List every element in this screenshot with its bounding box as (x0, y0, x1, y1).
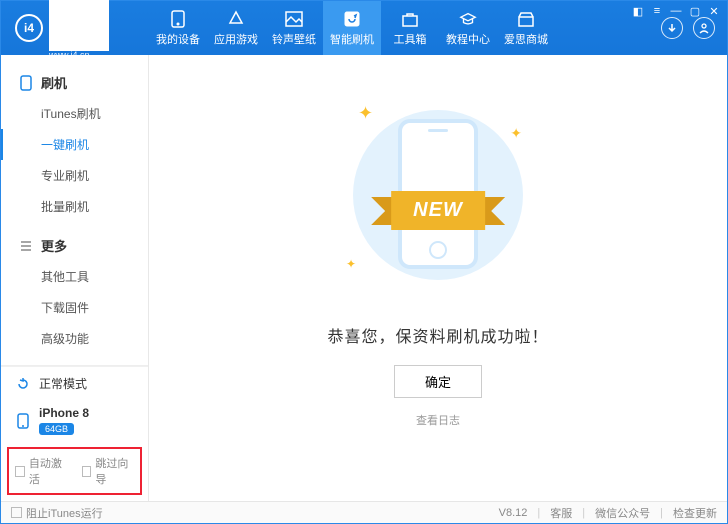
sidebar-item-batch-flash[interactable]: 批量刷机 (1, 191, 148, 222)
flash-icon (343, 10, 361, 28)
nav-tabs: 我的设备 应用游戏 铃声壁纸 智能刷机 工具箱 教程中心 (149, 1, 661, 55)
checkbox-label: 阻止iTunes运行 (26, 505, 103, 521)
checkbox-icon (82, 466, 92, 477)
minimize-button[interactable]: — (669, 4, 683, 18)
image-icon (285, 10, 303, 28)
nav-ringtones[interactable]: 铃声壁纸 (265, 1, 323, 55)
sidebar-item-pro-flash[interactable]: 专业刷机 (1, 160, 148, 191)
sidebar-heading-flash: 刷机 (1, 67, 148, 98)
graduation-icon (459, 10, 477, 28)
view-log-link[interactable]: 查看日志 (149, 412, 727, 428)
nav-tutorials[interactable]: 教程中心 (439, 1, 497, 55)
device-row[interactable]: iPhone 8 64GB (1, 400, 148, 445)
sidebar-item-other-tools[interactable]: 其他工具 (1, 261, 148, 292)
checkbox-label: 自动激活 (29, 455, 68, 487)
options-highlight-box: 自动激活 跳过向导 (7, 447, 142, 495)
update-link[interactable]: 检查更新 (673, 505, 717, 521)
sidebar-item-download-firmware[interactable]: 下载固件 (1, 292, 148, 323)
nav-label: 爱思商城 (504, 31, 548, 47)
nav-label: 我的设备 (156, 31, 200, 47)
sparkle-icon: ✦ (510, 125, 522, 142)
wechat-link[interactable]: 微信公众号 (595, 505, 650, 521)
maximize-button[interactable]: ▢ (688, 4, 702, 18)
new-ribbon: NEW (391, 191, 485, 230)
device-name: iPhone 8 (39, 406, 89, 420)
phone-outline-icon (19, 76, 33, 90)
header: ◧ ≡ — ▢ ✕ i4 爱思助手 www.i4.cn 我的设备 应用游戏 (1, 1, 727, 55)
refresh-icon (15, 376, 31, 392)
checkbox-skip-guide[interactable]: 跳过向导 (82, 455, 135, 487)
sidebar: 刷机 iTunes刷机 一键刷机 专业刷机 批量刷机 更多 其他工具 下载固件 … (1, 55, 149, 501)
nav-toolbox[interactable]: 工具箱 (381, 1, 439, 55)
nav-flash[interactable]: 智能刷机 (323, 1, 381, 55)
sidebar-item-oneclick-flash[interactable]: 一键刷机 (1, 129, 148, 160)
phone-icon (169, 10, 187, 28)
mode-status-row[interactable]: 正常模式 (1, 366, 148, 400)
success-message: 恭喜您，保资料刷机成功啦！ (149, 323, 727, 347)
sidebar-item-itunes-flash[interactable]: iTunes刷机 (1, 98, 148, 129)
ok-button[interactable]: 确定 (394, 365, 482, 398)
main-content: ✦ ✦ ✦ NEW 恭喜您，保资料刷机成功啦！ 确定 查看日志 (149, 55, 727, 501)
user-button[interactable] (693, 17, 715, 39)
sparkle-icon: ✦ (346, 257, 356, 271)
sidebar-item-advanced[interactable]: 高级功能 (1, 323, 148, 354)
store-icon (517, 10, 535, 28)
version-label: V8.12 (499, 507, 528, 519)
nav-store[interactable]: 爱思商城 (497, 1, 555, 55)
footer: 阻止iTunes运行 V8.12 | 客服 | 微信公众号 | 检查更新 (1, 501, 727, 523)
skin-button[interactable]: ◧ (631, 4, 645, 18)
logo-area: i4 爱思助手 www.i4.cn (1, 1, 149, 55)
download-button[interactable] (661, 17, 683, 39)
mode-label: 正常模式 (39, 375, 87, 392)
checkbox-auto-activate[interactable]: 自动激活 (15, 455, 68, 487)
close-button[interactable]: ✕ (707, 4, 721, 18)
nav-label: 铃声壁纸 (272, 31, 316, 47)
logo-icon: i4 (15, 14, 43, 42)
menu-icon (19, 239, 33, 253)
nav-label: 智能刷机 (330, 31, 374, 47)
nav-label: 应用游戏 (214, 31, 258, 47)
success-illustration: ✦ ✦ ✦ NEW (328, 95, 548, 295)
toolbox-icon (401, 10, 419, 28)
nav-label: 教程中心 (446, 31, 490, 47)
service-link[interactable]: 客服 (550, 505, 572, 521)
app-name: 爱思助手 (49, 0, 109, 51)
app-subtitle: www.i4.cn (49, 51, 109, 61)
sidebar-heading-label: 更多 (41, 236, 67, 255)
checkbox-icon (11, 507, 22, 518)
nav-my-device[interactable]: 我的设备 (149, 1, 207, 55)
device-phone-icon (15, 413, 31, 429)
sidebar-heading-label: 刷机 (41, 73, 67, 92)
sidebar-heading-more: 更多 (1, 230, 148, 261)
checkbox-icon (15, 466, 25, 477)
apps-icon (227, 10, 245, 28)
menu-button[interactable]: ≡ (650, 4, 664, 18)
title-bar-controls: ◧ ≡ — ▢ ✕ (631, 4, 721, 18)
checkbox-block-itunes[interactable]: 阻止iTunes运行 (11, 505, 103, 521)
device-storage-badge: 64GB (39, 423, 74, 435)
sparkle-icon: ✦ (358, 103, 373, 124)
nav-apps[interactable]: 应用游戏 (207, 1, 265, 55)
nav-label: 工具箱 (394, 31, 427, 47)
checkbox-label: 跳过向导 (95, 455, 134, 487)
